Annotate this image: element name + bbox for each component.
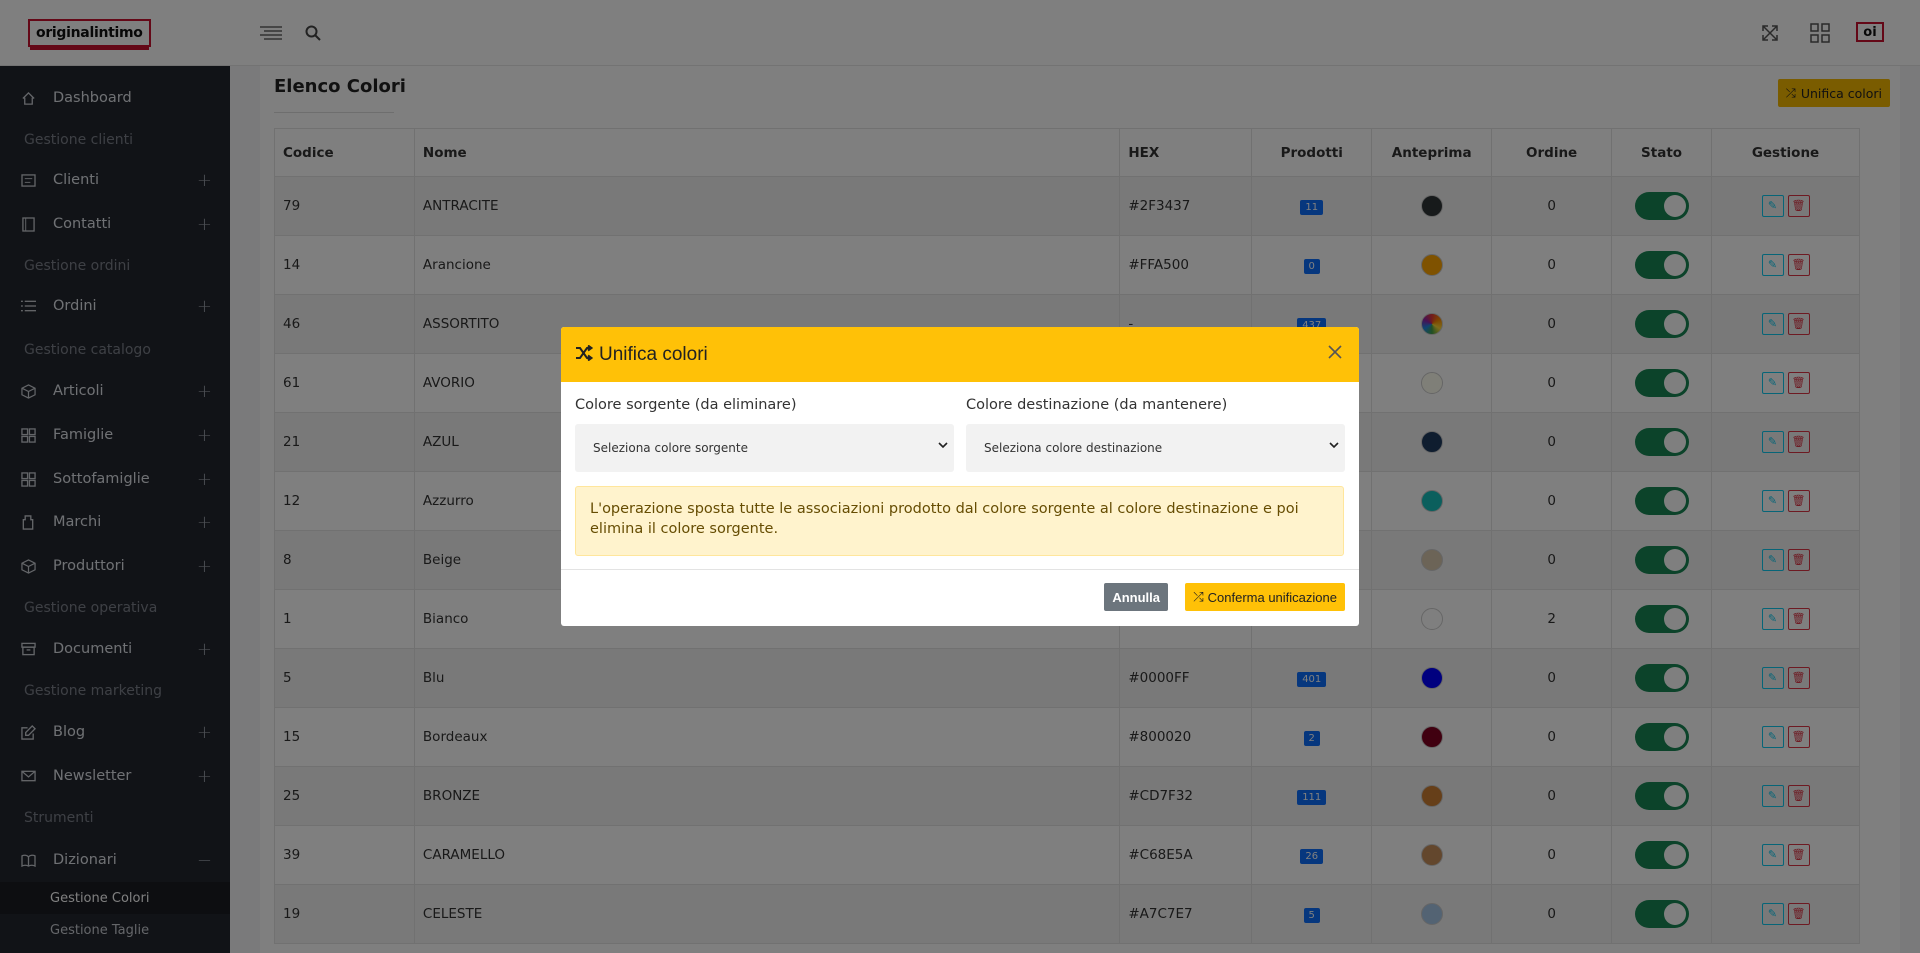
dest-color-select[interactable]: Seleziona colore destinazione [966, 424, 1345, 472]
close-icon[interactable] [1323, 342, 1347, 366]
modal-footer: Annulla ⤮ Conferma unificazione [561, 569, 1359, 626]
confirm-unification-button[interactable]: ⤮ Conferma unificazione [1185, 583, 1345, 611]
source-color-select[interactable]: Seleziona colore sorgente [575, 424, 954, 472]
dest-color-label: Colore destinazione (da mantenere) [966, 397, 1228, 413]
chevron-down-icon [938, 438, 948, 452]
modal-header: Unifica colori [561, 327, 1359, 382]
unifica-colori-modal: Unifica colori Colore sorgente (da elimi… [561, 327, 1359, 626]
modal-title: Unifica colori [599, 343, 708, 365]
chevron-down-icon [1329, 438, 1339, 452]
source-color-label: Colore sorgente (da eliminare) [575, 397, 797, 413]
shuffle-icon: ⤮ [1193, 589, 1204, 604]
cancel-button[interactable]: Annulla [1104, 583, 1168, 611]
warning-alert: L'operazione sposta tutte le associazion… [575, 486, 1344, 556]
shuffle-icon [575, 344, 594, 365]
